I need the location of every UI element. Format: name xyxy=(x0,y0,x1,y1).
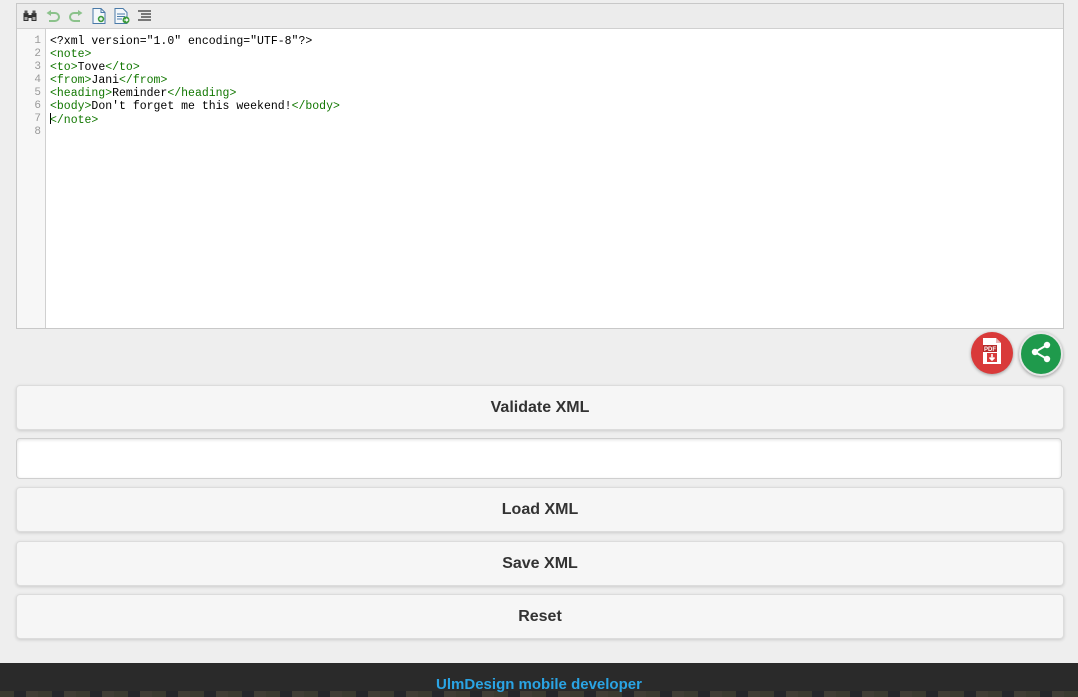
xml-tag: </to> xyxy=(105,61,140,74)
pdf-download-button[interactable]: PDF xyxy=(971,332,1013,374)
code-line[interactable]: <?xml version="1.0" encoding="UTF-8"?> xyxy=(50,35,1063,48)
validation-result-field[interactable] xyxy=(16,438,1062,479)
code-line[interactable]: <body>Don't forget me this weekend!</bod… xyxy=(50,100,1063,113)
load-xml-button[interactable]: Load XML xyxy=(16,487,1064,532)
line-number: 7 xyxy=(34,113,41,125)
code-line[interactable]: <note> xyxy=(50,48,1063,61)
xml-tag: <from> xyxy=(50,74,92,87)
line-number: 4 xyxy=(34,74,41,86)
code-line[interactable]: <to>Tove</to> xyxy=(50,61,1063,74)
xml-text: Don't forget me this weekend! xyxy=(91,100,292,113)
xml-text: Jani xyxy=(91,74,120,87)
undo-icon[interactable] xyxy=(45,8,61,24)
search-icon[interactable] xyxy=(22,8,38,24)
code-line[interactable]: <from>Jani</from> xyxy=(50,74,1063,87)
pdf-label: PDF xyxy=(984,347,996,353)
xml-tag: </from> xyxy=(119,74,168,87)
xml-tag: <body> xyxy=(50,100,92,113)
xml-text: Reminder xyxy=(112,87,168,100)
xml-text: Tove xyxy=(77,61,106,74)
reset-button[interactable]: Reset xyxy=(16,594,1064,639)
redo-icon[interactable] xyxy=(68,8,84,24)
validate-xml-button[interactable]: Validate XML xyxy=(16,385,1064,430)
share-button[interactable] xyxy=(1019,332,1063,376)
xml-tag: </heading> xyxy=(167,87,237,100)
save-xml-button[interactable]: Save XML xyxy=(16,541,1064,586)
code-line[interactable] xyxy=(50,126,1063,139)
format-icon[interactable] xyxy=(137,8,153,24)
share-icon xyxy=(1030,341,1052,368)
line-number: 2 xyxy=(34,48,41,60)
xml-tag: </body> xyxy=(291,100,340,113)
new-document-icon[interactable] xyxy=(91,8,107,24)
line-number: 6 xyxy=(34,100,41,112)
xml-tag: </note> xyxy=(50,114,99,127)
xml-tag: <to> xyxy=(50,61,78,74)
code-area[interactable]: 1 2 3 4 5 6 7 8 <?xml version="1.0" enco… xyxy=(17,29,1063,328)
code-line[interactable]: </note> xyxy=(50,113,1063,127)
line-number-gutter: 1 2 3 4 5 6 7 8 xyxy=(17,29,46,328)
footer: UlmDesign mobile developer xyxy=(0,663,1078,697)
xml-tag: <heading> xyxy=(50,87,113,100)
code-text[interactable]: <?xml version="1.0" encoding="UTF-8"?> <… xyxy=(46,29,1063,328)
code-line[interactable]: <heading>Reminder</heading> xyxy=(50,87,1063,100)
pdf-download-icon: PDF xyxy=(981,337,1003,370)
line-number: 8 xyxy=(34,126,41,138)
footer-link[interactable]: UlmDesign mobile developer xyxy=(436,676,642,697)
open-document-icon[interactable] xyxy=(114,8,130,24)
line-number: 1 xyxy=(34,35,41,47)
line-number: 5 xyxy=(34,87,41,99)
xml-declaration: <?xml version="1.0" encoding="UTF-8"?> xyxy=(50,35,313,48)
editor-toolbar xyxy=(17,4,1063,29)
xml-editor[interactable]: 1 2 3 4 5 6 7 8 <?xml version="1.0" enco… xyxy=(16,3,1064,329)
xml-tag: <note> xyxy=(50,48,92,61)
line-number: 3 xyxy=(34,61,41,73)
